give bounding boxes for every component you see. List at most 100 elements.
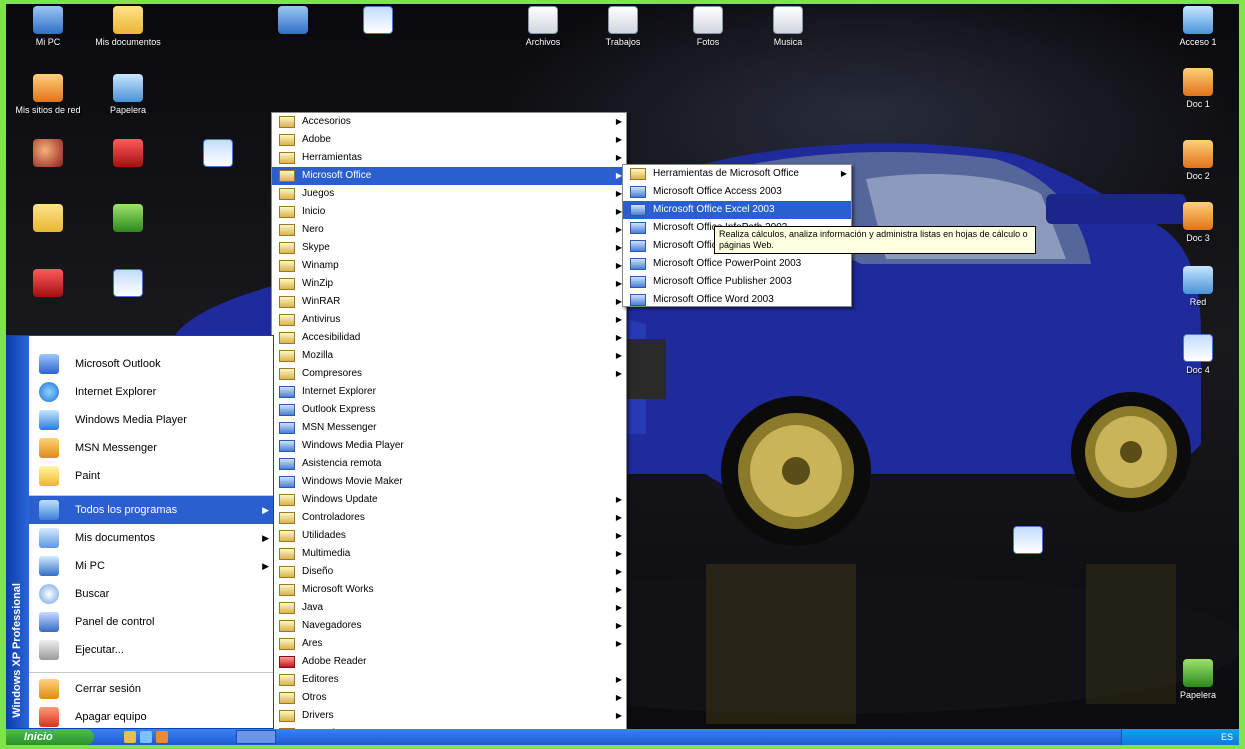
start-menu-item-panel-de-control[interactable]: Panel de control: [29, 608, 273, 636]
chevron-right-icon: ▶: [615, 675, 622, 684]
programs-menu-item[interactable]: Java ▶: [272, 599, 626, 617]
taskbar-task-button[interactable]: [236, 730, 276, 744]
start-button[interactable]: Inicio: [6, 729, 94, 745]
programs-menu-item[interactable]: Windows Update ▶: [272, 491, 626, 509]
desktop-icon-top-2[interactable]: [336, 6, 420, 37]
document-icon: [693, 6, 723, 34]
desktop-icon-trabajos[interactable]: Trabajos: [581, 6, 665, 47]
programs-menu-item[interactable]: Compresores ▶: [272, 365, 626, 383]
programs-menu-item[interactable]: Utilidades ▶: [272, 527, 626, 545]
programs-menu-item[interactable]: Mozilla ▶: [272, 347, 626, 365]
desktop-icon-app-5[interactable]: [86, 204, 170, 235]
desktop-icon-app-7[interactable]: [86, 269, 170, 300]
desktop-icon-app-2[interactable]: [86, 139, 170, 170]
desktop-icon-red-right[interactable]: Red: [1156, 266, 1239, 307]
programs-menu-item[interactable]: Skype ▶: [272, 239, 626, 257]
programs-menu-item[interactable]: Diseño ▶: [272, 563, 626, 581]
programs-menu-item[interactable]: Microsoft Office ▶: [272, 167, 626, 185]
programs-menu-item[interactable]: Accesibilidad ▶: [272, 329, 626, 347]
quick-launch-media-icon[interactable]: [156, 731, 168, 743]
programs-menu-item[interactable]: Navegadores ▶: [272, 617, 626, 635]
quick-launch-show-desktop-icon[interactable]: [124, 731, 136, 743]
start-menu-item-buscar[interactable]: Buscar: [29, 580, 273, 608]
programs-menu-item[interactable]: Outlook Express: [272, 401, 626, 419]
programs-menu-item[interactable]: Juegos ▶: [272, 185, 626, 203]
desktop-icon-doc-3[interactable]: Doc 3: [1156, 202, 1239, 243]
programs-menu-item[interactable]: Internet Explorer: [272, 383, 626, 401]
start-menu-item-paint[interactable]: Paint: [29, 462, 273, 490]
programs-menu-item[interactable]: Inicio ▶: [272, 203, 626, 221]
desktop-icon-mis-documentos[interactable]: Mis documentos: [86, 6, 170, 47]
program-folder-icon: [279, 242, 295, 254]
start-menu-item-todos-los-programas[interactable]: Todos los programas ▶: [29, 496, 273, 524]
programs-menu-item[interactable]: Accesorios ▶: [272, 113, 626, 131]
paint-icon: [39, 466, 59, 486]
programs-menu-item-label: Drivers: [302, 710, 334, 721]
desktop-icon-doc-1[interactable]: Doc 1: [1156, 68, 1239, 109]
programs-menu-item[interactable]: Otros ▶: [272, 689, 626, 707]
programs-menu-item[interactable]: Windows Media Player: [272, 437, 626, 455]
programs-menu-item[interactable]: Ares ▶: [272, 635, 626, 653]
programs-menu-item[interactable]: Drivers ▶: [272, 707, 626, 725]
office-app-icon: [630, 276, 646, 288]
office-menu-item[interactable]: Microsoft Office Excel 2003: [623, 201, 851, 219]
programs-menu-item[interactable]: WinRAR ▶: [272, 293, 626, 311]
start-menu-item-outlook[interactable]: Microsoft Outlook: [29, 350, 273, 378]
program-folder-icon: [279, 296, 295, 308]
office-menu-item[interactable]: Microsoft Office Access 2003: [623, 183, 851, 201]
desktop-icon-mi-pc[interactable]: Mi PC: [6, 6, 90, 47]
programs-menu-item-label: Antivirus: [302, 314, 341, 325]
program-folder-icon: [279, 152, 295, 164]
desktop-icon-app-6[interactable]: [6, 269, 90, 300]
network-icon: [33, 74, 63, 102]
programs-menu-item-label: Adobe Reader: [302, 656, 367, 667]
desktop-icon-floating[interactable]: [986, 526, 1070, 557]
desktop-icon-musica[interactable]: Musica: [746, 6, 830, 47]
office-menu-item[interactable]: Herramientas de Microsoft Office ▶: [623, 165, 851, 183]
start-menu-item-apagar-equipo[interactable]: Apagar equipo: [29, 703, 273, 731]
desktop-icon-top-1[interactable]: [251, 6, 335, 37]
start-menu-item-mi-pc[interactable]: Mi PC ▶: [29, 552, 273, 580]
office-menu-item[interactable]: Microsoft Office Word 2003: [623, 291, 851, 309]
programs-menu-item[interactable]: Adobe ▶: [272, 131, 626, 149]
start-menu-item-media-player[interactable]: Windows Media Player: [29, 406, 273, 434]
start-menu-item-cerrar-sesion[interactable]: Cerrar sesión: [29, 675, 273, 703]
programs-menu-item[interactable]: Microsoft Works ▶: [272, 581, 626, 599]
programs-menu-item[interactable]: Asistencia remota: [272, 455, 626, 473]
desktop-icon-doc-4[interactable]: Doc 4: [1156, 334, 1239, 375]
desktop-icon-fotos[interactable]: Fotos: [666, 6, 750, 47]
chevron-right-icon: ▶: [615, 531, 622, 540]
desktop-icon-doc-2[interactable]: Doc 2: [1156, 140, 1239, 181]
programs-menu-item[interactable]: Multimedia ▶: [272, 545, 626, 563]
programs-menu-item[interactable]: Nero ▶: [272, 221, 626, 239]
quick-launch-ie-icon[interactable]: [140, 731, 152, 743]
programs-menu-item[interactable]: WinZip ▶: [272, 275, 626, 293]
programs-menu-item[interactable]: Winamp ▶: [272, 257, 626, 275]
office-menu-item[interactable]: Microsoft Office Publisher 2003: [623, 273, 851, 291]
desktop-icon-app-1[interactable]: [6, 139, 90, 170]
chevron-right-icon: ▶: [615, 513, 622, 522]
desktop-icon-acceso-1[interactable]: Acceso 1: [1156, 6, 1239, 47]
program-folder-icon: [279, 116, 295, 128]
programs-menu-item[interactable]: Adobe Reader: [272, 653, 626, 671]
desktop-icon-papelera-right[interactable]: Papelera: [1156, 659, 1239, 700]
programs-menu-item[interactable]: Herramientas ▶: [272, 149, 626, 167]
programs-menu-item[interactable]: Antivirus ▶: [272, 311, 626, 329]
programs-menu-item[interactable]: MSN Messenger: [272, 419, 626, 437]
start-menu-item-internet-explorer[interactable]: Internet Explorer: [29, 378, 273, 406]
desktop-icon-papelera[interactable]: Papelera: [86, 74, 170, 115]
desktop-icon-archivos[interactable]: Archivos: [501, 6, 585, 47]
desktop-icon-app-4[interactable]: [6, 204, 90, 235]
programs-menu-item-label: Microsoft Works: [302, 584, 374, 595]
programs-menu-item[interactable]: Editores ▶: [272, 671, 626, 689]
office-menu-item[interactable]: Microsoft Office PowerPoint 2003: [623, 255, 851, 273]
program-folder-icon: [279, 332, 295, 344]
start-menu-item-ejecutar[interactable]: Ejecutar...: [29, 636, 273, 664]
desktop-icon-red[interactable]: Mis sitios de red: [6, 74, 90, 115]
start-menu-item-messenger[interactable]: MSN Messenger: [29, 434, 273, 462]
programs-icon: [39, 500, 59, 520]
programs-menu-item[interactable]: Windows Movie Maker: [272, 473, 626, 491]
desktop-icon-app-3[interactable]: [176, 139, 260, 170]
start-menu-item-mis-documentos[interactable]: Mis documentos ▶: [29, 524, 273, 552]
programs-menu-item[interactable]: Controladores ▶: [272, 509, 626, 527]
